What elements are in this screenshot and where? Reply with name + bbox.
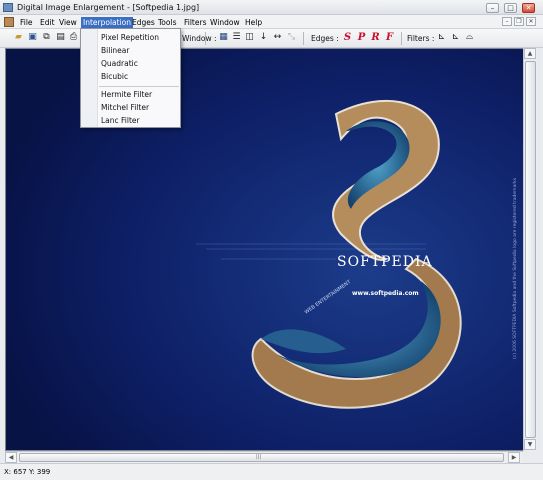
menu-item-mitchel-filter[interactable]: Mitchel Filter bbox=[101, 103, 149, 112]
menu-item-bicubic[interactable]: Bicubic bbox=[101, 72, 128, 81]
title-bar: Digital Image Enlargement - [Softpedia 1… bbox=[0, 0, 543, 15]
menu-edges[interactable]: Edges bbox=[130, 17, 157, 28]
scroll-left-button[interactable]: ◀ bbox=[5, 452, 17, 463]
arrow-horizontal-icon[interactable]: ↔ bbox=[272, 32, 283, 43]
cursor-coordinates: X: 657 Y: 399 bbox=[4, 468, 51, 476]
minimize-button[interactable]: – bbox=[486, 3, 499, 13]
menu-help[interactable]: Help bbox=[243, 17, 264, 28]
horizontal-scroll-thumb[interactable]: ||| bbox=[19, 453, 504, 462]
edge-f-button[interactable]: F bbox=[384, 32, 395, 44]
copy-icon[interactable]: ⧉ bbox=[41, 32, 52, 43]
mdi-restore-button[interactable]: ❐ bbox=[514, 17, 524, 26]
edge-s-button[interactable]: S bbox=[342, 32, 353, 44]
filter-bell-icon[interactable]: ⌓ bbox=[464, 32, 475, 43]
open-icon[interactable]: ▰ bbox=[13, 32, 24, 43]
menu-window[interactable]: Window bbox=[208, 17, 242, 28]
menu-edit[interactable]: Edit bbox=[38, 17, 57, 28]
status-bar: X: 657 Y: 399 bbox=[0, 463, 543, 480]
scroll-right-button[interactable]: ▶ bbox=[508, 452, 520, 463]
edge-r-button[interactable]: R bbox=[370, 32, 381, 44]
brand-text: SOFTPEDIA bbox=[337, 254, 433, 270]
filter-high-icon[interactable]: ⊾ bbox=[450, 32, 461, 43]
menu-view[interactable]: View bbox=[57, 17, 79, 28]
url-text: www.softpedia.com bbox=[352, 290, 419, 297]
menu-item-hermite-filter[interactable]: Hermite Filter bbox=[101, 90, 152, 99]
scroll-down-button[interactable]: ▼ bbox=[524, 439, 536, 450]
menu-item-pixel-repetition[interactable]: Pixel Repetition bbox=[101, 33, 159, 42]
menu-item-lanc-filter[interactable]: Lanc Filter bbox=[101, 116, 140, 125]
scroll-up-button[interactable]: ▲ bbox=[524, 48, 536, 59]
horizontal-scrollbar[interactable]: ◀ ||| ▶ bbox=[5, 451, 523, 463]
arrow-down-icon[interactable]: ↓ bbox=[258, 32, 269, 43]
menu-bar: File Edit View Interpolation Edges Tools… bbox=[0, 15, 543, 29]
maximize-button[interactable]: □ bbox=[504, 3, 517, 13]
menu-file[interactable]: File bbox=[18, 17, 35, 28]
filter-low-icon[interactable]: ⊾ bbox=[436, 32, 447, 43]
menu-filters[interactable]: Filters bbox=[182, 17, 208, 28]
menu-item-quadratic[interactable]: Quadratic bbox=[101, 59, 138, 68]
side-text: (c) 2006 SOFTPEDIA Softpedia and the Sof… bbox=[512, 177, 518, 359]
app-icon bbox=[3, 3, 13, 12]
document-icon[interactable] bbox=[4, 17, 14, 27]
mdi-close-button[interactable]: ✕ bbox=[526, 17, 536, 26]
cascade-icon[interactable]: ▦ bbox=[218, 32, 229, 43]
mdi-minimize-button[interactable]: – bbox=[502, 17, 512, 26]
filters-label: Filters : bbox=[407, 34, 435, 43]
interpolation-dropdown: Pixel Repetition Bilinear Quadratic Bicu… bbox=[80, 28, 181, 128]
vertical-scrollbar[interactable]: ▲ ▼ bbox=[523, 48, 537, 451]
save-icon[interactable]: ▣ bbox=[27, 32, 38, 43]
paste-icon[interactable]: ▤ bbox=[55, 32, 66, 43]
menu-interpolation[interactable]: Interpolation bbox=[81, 17, 133, 28]
window-title: Digital Image Enlargement - [Softpedia 1… bbox=[17, 3, 200, 12]
close-button[interactable]: ✕ bbox=[522, 3, 535, 13]
fit-icon[interactable]: ⤡ bbox=[286, 32, 297, 43]
tile-vertical-icon[interactable]: ◫ bbox=[244, 32, 255, 43]
vertical-scroll-thumb[interactable] bbox=[525, 61, 536, 438]
edge-p-button[interactable]: P bbox=[356, 32, 367, 44]
window-label: Window : bbox=[182, 34, 217, 43]
print-icon[interactable]: ⎙ bbox=[68, 32, 79, 43]
menu-item-bilinear[interactable]: Bilinear bbox=[101, 46, 129, 55]
menu-tools[interactable]: Tools bbox=[156, 17, 178, 28]
tile-horizontal-icon[interactable]: ☰ bbox=[231, 32, 242, 43]
edges-label: Edges : bbox=[311, 34, 339, 43]
